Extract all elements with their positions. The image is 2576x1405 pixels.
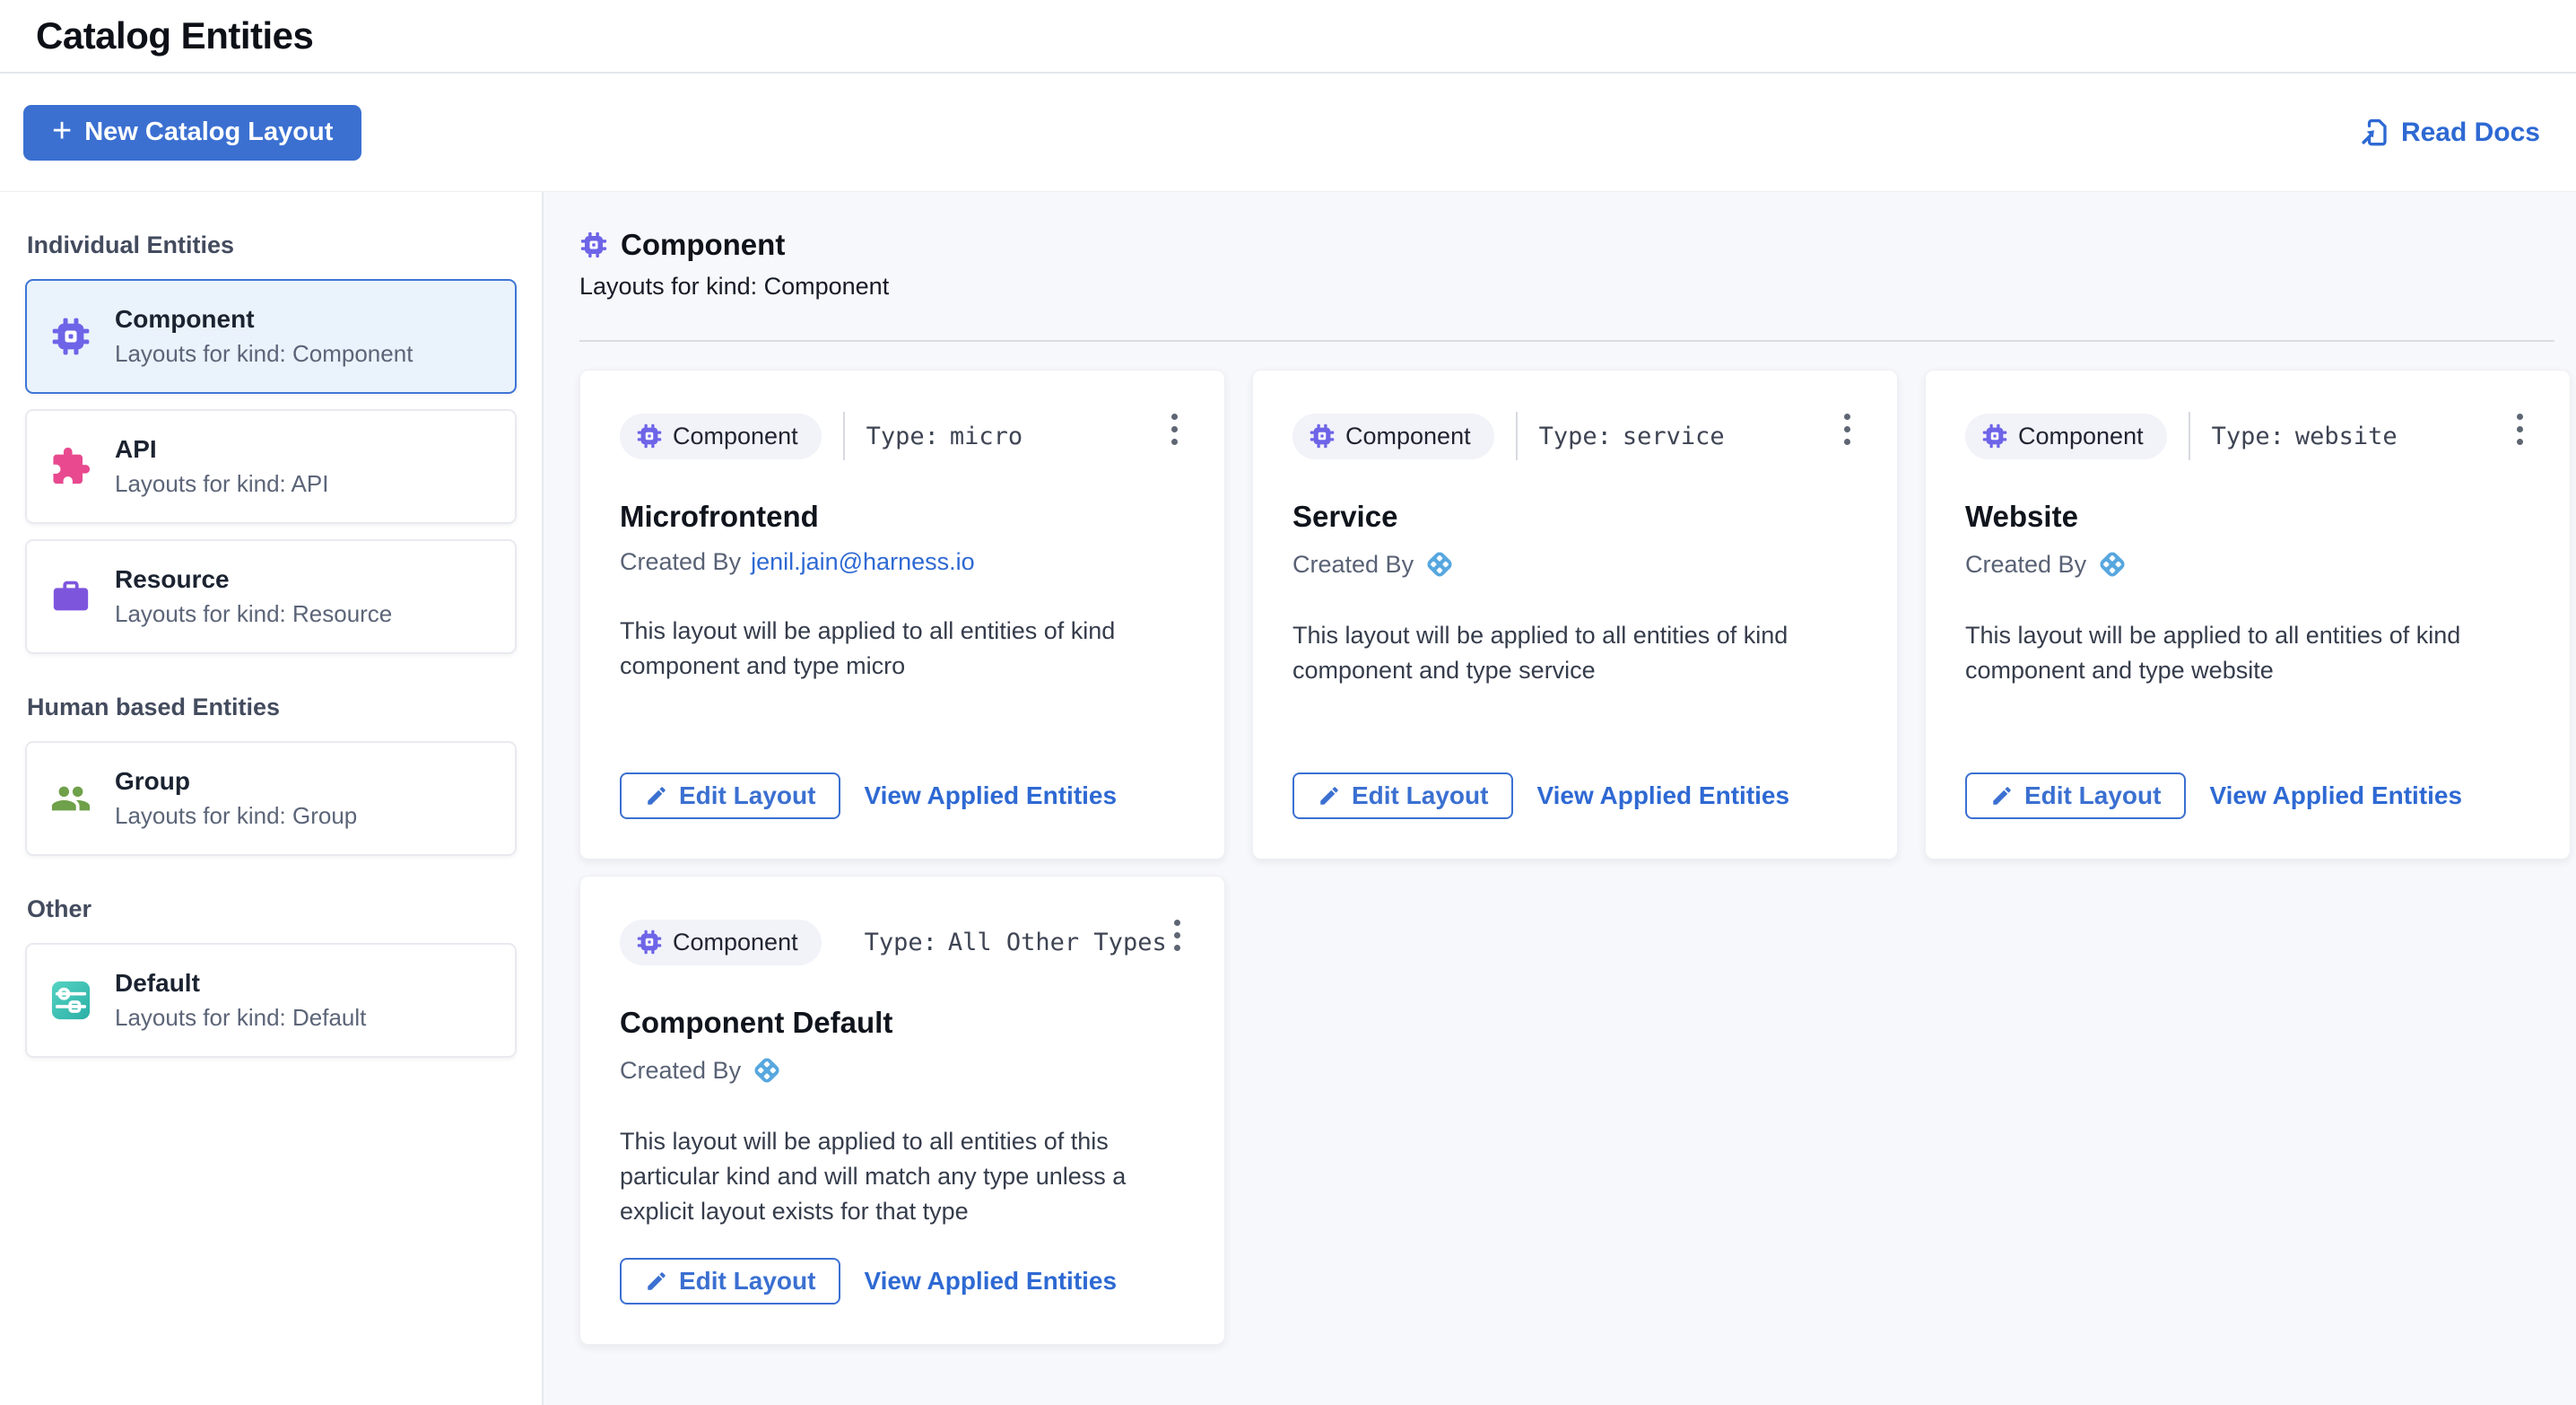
card-title: Microfrontend	[620, 500, 1185, 534]
creator-email-link[interactable]: jenil.jain@harness.io	[751, 548, 975, 576]
sidebar-item-name: Default	[115, 969, 366, 998]
sidebar-item-component[interactable]: Component Layouts for kind: Component	[25, 279, 517, 394]
section-label-human-based-entities: Human based Entities	[27, 694, 515, 721]
sidebar-item-name: Group	[115, 767, 357, 796]
kind-badge: Component	[620, 920, 822, 965]
pencil-icon	[645, 1270, 668, 1293]
kebab-menu-icon[interactable]	[1837, 406, 1858, 452]
card-description: This layout will be applied to all entit…	[620, 614, 1185, 684]
sidebar-item-resource[interactable]: Resource Layouts for kind: Resource	[25, 539, 517, 654]
main-title: Component	[621, 228, 785, 262]
new-catalog-layout-label: New Catalog Layout	[84, 118, 333, 147]
page-title: Catalog Entities	[36, 14, 313, 57]
read-docs-label: Read Docs	[2401, 118, 2540, 148]
component-chip-icon	[1981, 423, 2008, 449]
layout-cards-grid: Component Type: micro Microfrontend	[579, 370, 2572, 1345]
sidebar-item-name: API	[115, 435, 328, 464]
harness-logo-icon	[751, 1054, 783, 1086]
divider	[843, 412, 845, 460]
divider	[579, 340, 2554, 342]
main-header: Component	[579, 228, 2554, 262]
view-applied-entities-link[interactable]: View Applied Entities	[864, 1267, 1117, 1296]
layout-card-website: Component Type: website Website Cre	[1925, 370, 2571, 860]
sidebar-item-description: Layouts for kind: Component	[115, 340, 413, 368]
divider	[2189, 412, 2190, 460]
kebab-menu-icon[interactable]	[1167, 912, 1188, 958]
component-chip-icon	[636, 423, 663, 449]
sidebar-item-description: Layouts for kind: Resource	[115, 600, 392, 628]
layouts-panel: Component Layouts for kind: Component Co…	[544, 192, 2576, 1405]
component-chip-icon	[1309, 423, 1336, 449]
sidebar-item-default[interactable]: Default Layouts for kind: Default	[25, 943, 517, 1058]
title-bar: Catalog Entities	[0, 0, 2576, 74]
section-label-individual-entities: Individual Entities	[27, 231, 515, 259]
card-title: Website	[1965, 500, 2530, 534]
card-description: This layout will be applied to all entit…	[1965, 618, 2530, 688]
component-chip-icon	[50, 316, 91, 357]
kind-badge: Component	[620, 414, 822, 459]
plus-icon: +	[52, 114, 72, 148]
divider	[1516, 412, 1518, 460]
card-description: This layout will be applied to all entit…	[620, 1124, 1185, 1229]
layout-card-microfrontend: Component Type: micro Microfrontend	[579, 370, 1225, 860]
view-applied-entities-link[interactable]: View Applied Entities	[864, 781, 1117, 810]
sidebar-item-api[interactable]: API Layouts for kind: API	[25, 409, 517, 524]
sidebar-item-name: Resource	[115, 565, 392, 594]
main-subtitle: Layouts for kind: Component	[579, 273, 2554, 301]
view-applied-entities-link[interactable]: View Applied Entities	[2209, 781, 2462, 810]
entity-kind-sidebar: Individual Entities Component Layouts fo…	[0, 192, 544, 1405]
kebab-menu-icon[interactable]	[2510, 406, 2530, 452]
pencil-icon	[645, 784, 668, 807]
kind-badge: Component	[1292, 414, 1494, 459]
people-icon	[50, 778, 91, 819]
sidebar-item-description: Layouts for kind: Default	[115, 1004, 366, 1032]
pencil-icon	[1990, 784, 2014, 807]
type-text: Type: All Other Types	[865, 929, 1167, 956]
sidebar-item-description: Layouts for kind: Group	[115, 802, 357, 830]
card-title: Component Default	[620, 1006, 1185, 1040]
puzzle-icon	[50, 446, 91, 487]
layout-card-component-default: Component Type: All Other Types Componen…	[579, 876, 1225, 1345]
view-applied-entities-link[interactable]: View Applied Entities	[1536, 781, 1789, 810]
read-docs-icon	[2356, 116, 2390, 150]
kebab-menu-icon[interactable]	[1164, 406, 1185, 452]
catalog-entities-page: Catalog Entities + New Catalog Layout Re…	[0, 0, 2576, 1405]
sliders-icon	[50, 980, 91, 1021]
card-title: Service	[1292, 500, 1858, 534]
layout-card-service: Component Type: service Service Cre	[1252, 370, 1898, 860]
edit-layout-button[interactable]: Edit Layout	[1965, 772, 2186, 819]
sidebar-item-name: Component	[115, 305, 413, 334]
type-text: Type: website	[2212, 423, 2398, 450]
card-description: This layout will be applied to all entit…	[1292, 618, 1858, 688]
harness-logo-icon	[1423, 548, 1456, 580]
component-chip-icon	[579, 231, 608, 259]
sidebar-item-description: Layouts for kind: API	[115, 470, 328, 498]
new-catalog-layout-button[interactable]: + New Catalog Layout	[23, 105, 361, 161]
read-docs-link[interactable]: Read Docs	[2356, 116, 2540, 150]
type-text: Type: service	[1539, 423, 1725, 450]
created-by: Created By	[1292, 548, 1858, 580]
edit-layout-button[interactable]: Edit Layout	[1292, 772, 1513, 819]
pencil-icon	[1318, 784, 1341, 807]
created-by: Created By	[1965, 548, 2530, 580]
kind-badge: Component	[1965, 414, 2167, 459]
edit-layout-button[interactable]: Edit Layout	[620, 1258, 840, 1305]
created-by: Created By	[620, 1054, 1185, 1086]
content-area: Individual Entities Component Layouts fo…	[0, 191, 2576, 1405]
section-label-other: Other	[27, 895, 515, 923]
briefcase-icon	[50, 576, 91, 617]
type-text: Type: micro	[866, 423, 1023, 450]
toolbar: + New Catalog Layout Read Docs	[0, 74, 2576, 191]
created-by: Created By jenil.jain@harness.io	[620, 548, 1185, 576]
edit-layout-button[interactable]: Edit Layout	[620, 772, 840, 819]
component-chip-icon	[636, 929, 663, 956]
harness-logo-icon	[2096, 548, 2128, 580]
sidebar-item-group[interactable]: Group Layouts for kind: Group	[25, 741, 517, 856]
